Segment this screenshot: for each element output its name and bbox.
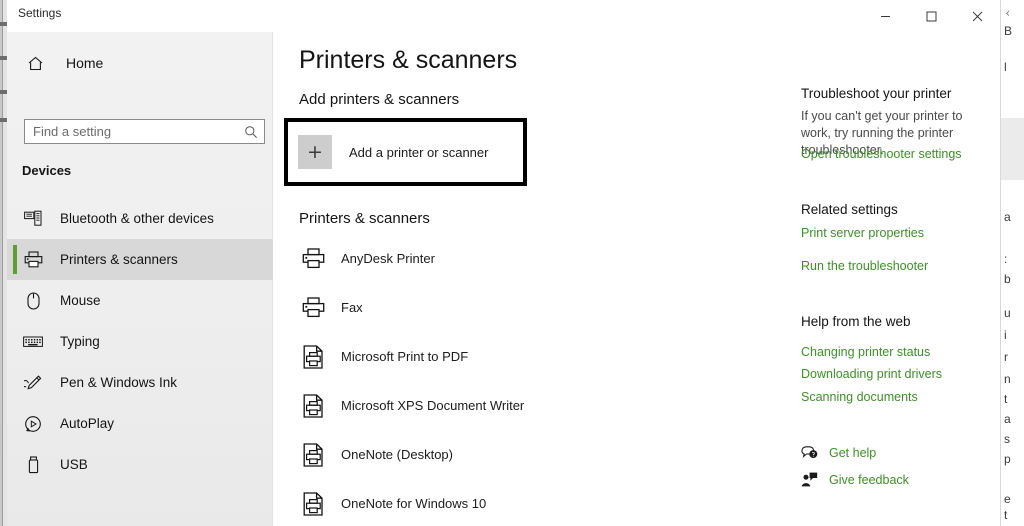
list-item[interactable]: Fax: [287, 283, 757, 332]
document-printer-icon: [297, 491, 329, 516]
plus-icon: +: [298, 135, 332, 169]
sidebar-item-label: Pen & Windows Ink: [60, 375, 178, 390]
printer-name: Fax: [341, 300, 363, 315]
title-bar[interactable]: Settings: [7, 0, 1000, 32]
page-title: Printers & scanners: [299, 46, 518, 74]
keyboard-icon: [22, 335, 44, 348]
add-printer-or-scanner-label: Add a printer or scanner: [349, 144, 489, 160]
printer-name: OneNote (Desktop): [341, 447, 453, 462]
sidebar-item-bluetooth-other-devices[interactable]: Bluetooth & other devices: [7, 198, 273, 239]
main-content: Printers & scanners Add printers & scann…: [273, 32, 785, 526]
list-item[interactable]: Microsoft XPS Document Writer: [287, 381, 757, 430]
chevron-left-icon: ‹: [1005, 6, 1010, 20]
printer-name: AnyDesk Printer: [341, 251, 435, 266]
printer-icon: [297, 248, 329, 269]
document-printer-icon: [297, 442, 329, 467]
scanning-documents-link[interactable]: Scanning documents: [801, 390, 918, 404]
search-icon[interactable]: [238, 125, 264, 139]
get-help-button[interactable]: Get help: [799, 445, 876, 460]
info-pane: Troubleshoot your printer If you can't g…: [785, 32, 1000, 526]
screen: ‹ B l a : b u i r n t a s p e t Settings: [0, 0, 1024, 526]
printer-name: OneNote for Windows 10: [341, 496, 487, 511]
add-printer-or-scanner-button[interactable]: + Add a printer or scanner: [284, 118, 527, 186]
sidebar-group-title: Devices: [22, 163, 72, 178]
window-title: Settings: [18, 6, 62, 20]
sidebar-item-mouse[interactable]: Mouse: [7, 280, 273, 321]
troubleshoot-heading: Troubleshoot your printer: [801, 86, 952, 101]
help-bubble-icon: [799, 445, 819, 460]
sidebar-item-label: Bluetooth & other devices: [60, 211, 214, 226]
list-item[interactable]: AnyDesk Printer: [287, 234, 757, 283]
maximize-button[interactable]: [908, 0, 954, 32]
sidebar-item-label: Typing: [60, 334, 100, 349]
printer-icon: [297, 297, 329, 318]
downloading-print-drivers-link[interactable]: Downloading print drivers: [801, 367, 942, 381]
give-feedback-button[interactable]: Give feedback: [799, 472, 909, 487]
settings-window: Settings Home Find a setting Devices Blu…: [7, 0, 1000, 526]
close-button[interactable]: [954, 0, 1000, 32]
open-troubleshooter-settings-link[interactable]: Open troubleshooter settings: [801, 147, 962, 161]
printer-icon: [22, 251, 44, 268]
get-help-label: Get help: [829, 445, 877, 460]
sidebar-item-typing[interactable]: Typing: [7, 321, 273, 362]
printers-list-section-heading: Printers & scanners: [299, 210, 430, 227]
sidebar-item-autoplay[interactable]: AutoPlay: [7, 403, 273, 444]
sidebar-items: Bluetooth & other devices Printers & sca…: [7, 198, 273, 485]
printer-name: Microsoft XPS Document Writer: [341, 398, 525, 413]
document-printer-icon: [297, 393, 329, 418]
print-server-properties-link[interactable]: Print server properties: [801, 226, 924, 240]
feedback-person-icon: [799, 472, 819, 487]
window-controls: [862, 0, 1000, 32]
autoplay-icon: [22, 415, 44, 433]
printer-name: Microsoft Print to PDF: [341, 349, 469, 364]
sidebar: Home Devices: [7, 32, 273, 526]
sidebar-item-label: Mouse: [60, 293, 101, 308]
pen-icon: [22, 374, 44, 392]
bluetooth-devices-icon: [22, 210, 44, 227]
document-printer-icon: [297, 344, 329, 369]
sidebar-item-label: USB: [60, 457, 88, 472]
search-input[interactable]: [25, 120, 238, 143]
search-box[interactable]: [24, 119, 265, 144]
background-window-right-edge: ‹ B l a : b u i r n t a s p e t: [1000, 0, 1024, 526]
list-item[interactable]: OneNote (Desktop): [287, 430, 757, 479]
related-settings-heading: Related settings: [801, 202, 898, 217]
background-window-left-edge: [0, 0, 7, 526]
list-item[interactable]: OneNote for Windows 10: [287, 479, 757, 526]
sidebar-item-usb[interactable]: USB: [7, 444, 273, 485]
minimize-button[interactable]: [862, 0, 908, 32]
printers-list: AnyDesk Printer Fax Microsoft Print to P…: [273, 234, 785, 526]
sidebar-item-label: AutoPlay: [60, 416, 115, 431]
sidebar-item-home-label: Home: [66, 55, 104, 71]
give-feedback-label: Give feedback: [829, 472, 909, 487]
run-the-troubleshooter-link[interactable]: Run the troubleshooter: [801, 259, 928, 273]
usb-icon: [22, 455, 44, 474]
help-from-the-web-heading: Help from the web: [801, 314, 911, 329]
sidebar-item-printers-scanners[interactable]: Printers & scanners: [7, 239, 273, 280]
list-item[interactable]: Microsoft Print to PDF: [287, 332, 757, 381]
mouse-icon: [22, 291, 44, 310]
sidebar-item-pen-windows-ink[interactable]: Pen & Windows Ink: [7, 362, 273, 403]
changing-printer-status-link[interactable]: Changing printer status: [801, 345, 930, 359]
home-icon: [27, 55, 49, 72]
add-printers-section-heading: Add printers & scanners: [299, 91, 460, 108]
sidebar-item-label: Printers & scanners: [60, 252, 178, 267]
sidebar-item-home[interactable]: Home: [15, 46, 265, 80]
